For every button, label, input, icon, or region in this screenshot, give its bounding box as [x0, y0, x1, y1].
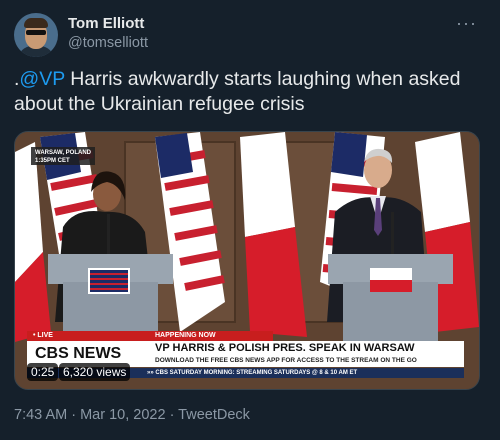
- avatar-sunglasses: [26, 30, 46, 35]
- tweet-text: .@VP Harris awkwardly starts laughing wh…: [14, 67, 484, 117]
- video-duration-badge: 0:25: [27, 363, 59, 381]
- dateline-location: WARSAW, POLAND: [35, 150, 92, 156]
- tweet-time[interactable]: 7:43 AM: [14, 407, 67, 423]
- avatar-hair: [24, 18, 48, 28]
- meta-separator-2: ·: [165, 407, 179, 423]
- lectern-left: [48, 254, 173, 342]
- video-player[interactable]: WARSAW, POLAND 1:35PM CET • LIVE HAPPENI…: [14, 131, 480, 390]
- tweet-card: Tom Elliott @tomselliott ··· .@VP Harris…: [0, 0, 500, 440]
- mention-link[interactable]: @VP: [19, 68, 64, 90]
- author-name[interactable]: Tom Elliott: [68, 15, 144, 32]
- dateline-time: 1:35PM CET: [35, 158, 70, 164]
- tweet-timestamp: 7:43 AM · Mar 10, 2022 · TweetDeck: [14, 407, 250, 423]
- meta-separator-1: ·: [67, 407, 81, 423]
- live-label: • LIVE: [27, 331, 151, 341]
- happening-now-label: HAPPENING NOW: [151, 331, 273, 341]
- dateline-graphic: WARSAW, POLAND 1:35PM CET: [31, 147, 95, 165]
- tweet-date[interactable]: Mar 10, 2022: [80, 407, 165, 423]
- video-views-badge: 6,320 views: [59, 363, 131, 381]
- chyron-headline: VP HARRIS & POLISH PRES. SPEAK IN WARSAW: [151, 341, 464, 355]
- tweet-body: Harris awkwardly starts laughing when as…: [14, 68, 461, 115]
- author-handle[interactable]: @tomselliott: [68, 35, 148, 51]
- tweet-source[interactable]: TweetDeck: [178, 407, 250, 423]
- lectern-right: [328, 254, 453, 342]
- chyron-subline: DOWNLOAD THE FREE CBS NEWS APP FOR ACCES…: [151, 355, 464, 367]
- avatar[interactable]: [14, 13, 58, 57]
- more-options-icon[interactable]: ···: [456, 14, 477, 32]
